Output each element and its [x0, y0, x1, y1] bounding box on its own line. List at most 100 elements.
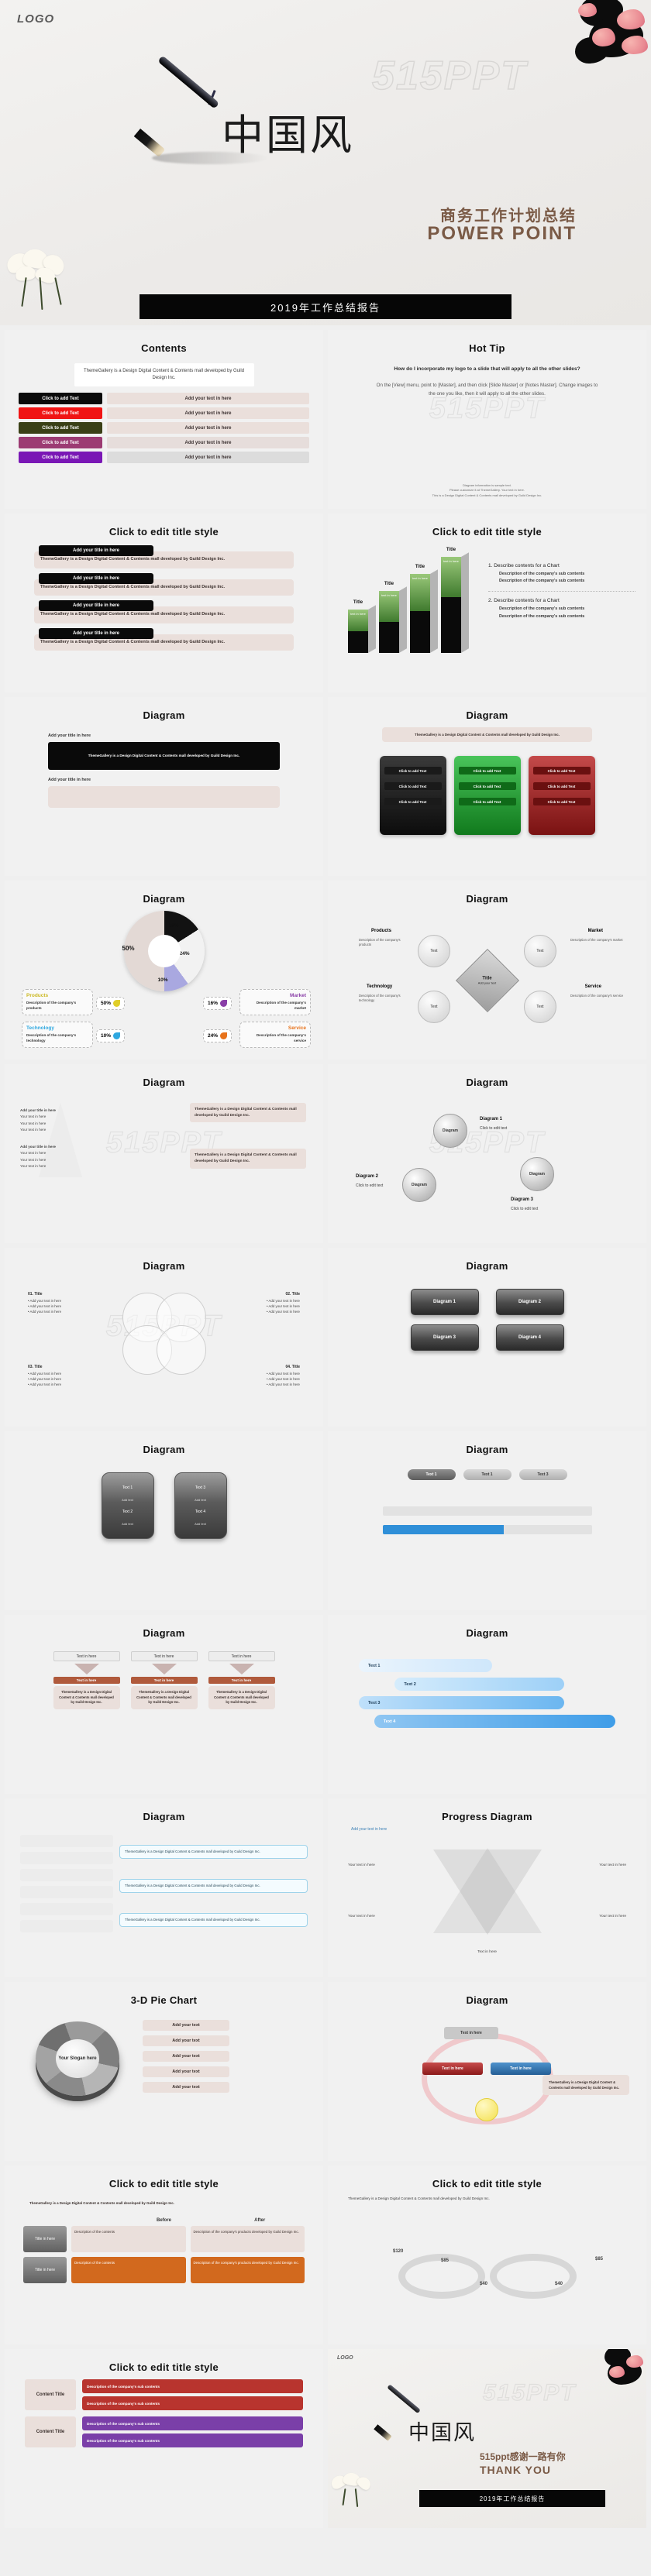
- slide-diagram-panels[interactable]: Diagram Text 1 Add text Text 2 Add text …: [5, 1431, 323, 1610]
- legend-row[interactable]: Add your text: [143, 2051, 229, 2062]
- placeholder-row[interactable]: [20, 1903, 113, 1915]
- content-bar[interactable]: Description of the company's sub content…: [82, 2416, 303, 2430]
- callout[interactable]: ThemeGallery is a Design Digital Content…: [119, 1879, 308, 1893]
- slide-diagram-arrowlist[interactable]: Diagram 515PPT Add your title in here Yo…: [5, 1064, 323, 1243]
- circle-node[interactable]: Diagram: [433, 1114, 467, 1148]
- slide-content-title[interactable]: Click to edit title style Content Title …: [5, 2349, 323, 2528]
- diagram-button[interactable]: Diagram 2: [495, 1289, 564, 1315]
- contents-chip[interactable]: Click to add Text: [19, 422, 102, 434]
- slide-diagram-funnels[interactable]: Diagram Text in here Text in here ThemeG…: [5, 1615, 323, 1794]
- slide-diagram-buttons[interactable]: Diagram Diagram 1 Diagram 2 Diagram 3 Di…: [328, 1248, 646, 1427]
- hub-node[interactable]: Text: [524, 991, 556, 1023]
- pillar-row[interactable]: Click to add Text: [458, 767, 516, 775]
- ring-chip[interactable]: Text in here: [444, 2027, 498, 2039]
- placeholder-row[interactable]: [20, 1886, 113, 1898]
- list-item[interactable]: ThemeGallery is a Design Digital Content…: [190, 1149, 306, 1169]
- legend-card[interactable]: Service Description of the company's ser…: [239, 1022, 311, 1048]
- circle-node[interactable]: Diagram: [520, 1157, 554, 1191]
- slide-before-after[interactable]: Click to edit title style ThemeGallery i…: [5, 2166, 323, 2344]
- slide-thank-you[interactable]: LOGO 515PPT 中国风 515ppt感谢一路有你 THANK YOU 2…: [328, 2349, 646, 2528]
- diagram-panel[interactable]: Text 1 Add text Text 2 Add text: [101, 1472, 154, 1539]
- funnel[interactable]: Text in here Text in here ThemeGallery i…: [130, 1651, 198, 1710]
- diagram-button[interactable]: Diagram 3: [410, 1324, 479, 1351]
- legend-card[interactable]: Technology Description of the company's …: [22, 1022, 93, 1048]
- ring-chip[interactable]: Text in here: [491, 2063, 551, 2075]
- list-item[interactable]: ThemeGallery is a Design Digital Content…: [190, 1103, 306, 1123]
- callout[interactable]: ThemeGallery is a Design Digital Content…: [119, 1845, 308, 1859]
- slide-diagram-circles[interactable]: Diagram 515PPT Diagram Diagram 1 Click t…: [328, 1064, 646, 1243]
- slide-diagram-pie[interactable]: Diagram 50% 16% 24% 10% Products Descrip…: [5, 881, 323, 1060]
- placeholder-row[interactable]: [20, 1852, 113, 1864]
- contents-chip[interactable]: Click to add Text: [19, 407, 102, 419]
- slide-hot-tip[interactable]: Hot Tip How do I incorporate my logo to …: [328, 330, 646, 509]
- progress-bar[interactable]: [382, 1525, 592, 1534]
- funnel[interactable]: Text in here Text in here ThemeGallery i…: [208, 1651, 275, 1710]
- contents-row[interactable]: Add your text in here: [107, 407, 309, 419]
- legend-card[interactable]: Market Description of the company's mark…: [239, 989, 311, 1015]
- pillar-row[interactable]: Click to add Text: [384, 798, 442, 806]
- slide-price-infinity[interactable]: Click to edit title style ThemeGallery i…: [328, 2166, 646, 2344]
- slide-diagram-ring[interactable]: Diagram Text in here Text in here Text i…: [328, 1982, 646, 2161]
- placeholder-row[interactable]: [20, 1920, 113, 1932]
- pillar[interactable]: Click to add Text Click to add Text Clic…: [528, 756, 595, 836]
- chevron-bar[interactable]: Text 3: [359, 1696, 564, 1709]
- slide-diagram-box[interactable]: Diagram Add your title in here ThemeGall…: [5, 697, 323, 876]
- pill[interactable]: Text 3: [518, 1469, 567, 1480]
- pill[interactable]: Text 1: [407, 1469, 456, 1480]
- content-bar[interactable]: Description of the company's sub content…: [82, 2379, 303, 2393]
- slide-contents[interactable]: Contents ThemeGallery is a Design Digita…: [5, 330, 323, 509]
- progress-bar-empty[interactable]: [382, 1506, 592, 1516]
- legend-row[interactable]: Add your text: [143, 2082, 229, 2093]
- pillar[interactable]: Click to add Text Click to add Text Clic…: [453, 756, 521, 836]
- contents-row[interactable]: Add your text in here: [107, 393, 309, 404]
- contents-chip[interactable]: Click to add Text: [19, 437, 102, 448]
- ring-chip[interactable]: Text in here: [422, 2063, 483, 2075]
- content-badge[interactable]: Content Title: [25, 2416, 76, 2447]
- item-head[interactable]: Add your title in here: [39, 600, 153, 611]
- pillar[interactable]: Click to add Text Click to add Text Clic…: [379, 756, 446, 836]
- pillar-row[interactable]: Click to add Text: [384, 767, 442, 775]
- funnel[interactable]: Text in here Text in here ThemeGallery i…: [53, 1651, 120, 1710]
- slide-title-list[interactable]: Click to edit title style Add your title…: [5, 513, 323, 692]
- legend-row[interactable]: Add your text: [143, 2066, 229, 2077]
- pillar-row[interactable]: Click to add Text: [458, 782, 516, 791]
- item-head[interactable]: Add your title in here: [39, 572, 153, 584]
- slide-diagram-pillars[interactable]: Diagram ThemeGallery is a Design Digital…: [328, 697, 646, 876]
- contents-chip[interactable]: Click to add Text: [19, 452, 102, 463]
- contents-row[interactable]: Add your text in here: [107, 422, 309, 434]
- content-badge[interactable]: Content Title: [25, 2379, 76, 2410]
- pillar-row[interactable]: Click to add Text: [384, 782, 442, 791]
- pillar-row[interactable]: Click to add Text: [532, 782, 591, 791]
- diagram-button[interactable]: Diagram 1: [410, 1289, 479, 1315]
- callout[interactable]: ThemeGallery is a Design Digital Content…: [119, 1913, 308, 1927]
- pillar-row[interactable]: Click to add Text: [532, 767, 591, 775]
- hub-node[interactable]: Text: [418, 991, 450, 1023]
- circle-node[interactable]: Diagram: [402, 1168, 436, 1202]
- slide-diagram-progress[interactable]: Diagram Text 1 Text 1 Text 3: [328, 1431, 646, 1610]
- contents-chip[interactable]: Click to add Text: [19, 393, 102, 404]
- legend-card[interactable]: Products Description of the company's pr…: [22, 989, 93, 1015]
- diagram-button[interactable]: Diagram 4: [495, 1324, 564, 1351]
- legend-row[interactable]: Add your text: [143, 2035, 229, 2046]
- content-bar[interactable]: Description of the company's sub content…: [82, 2396, 303, 2410]
- slide-diagram-venn[interactable]: Diagram 515PPT 01. Title • Add your text…: [5, 1248, 323, 1427]
- slide-bar-chart[interactable]: Click to edit title style Title text in …: [328, 513, 646, 692]
- chevron-bar[interactable]: Text 1: [359, 1659, 493, 1672]
- contents-row[interactable]: Add your text in here: [107, 452, 309, 463]
- pill[interactable]: Text 1: [463, 1469, 512, 1480]
- slide-diagram-callouts[interactable]: Diagram ThemeGallery is a Design Digital…: [5, 1798, 323, 1977]
- slide-diagram-chevrons[interactable]: Diagram Text 1 Text 2 Text 3 Text 4: [328, 1615, 646, 1794]
- slide-3d-pie-chart[interactable]: 3-D Pie Chart Your Slogan here Add your …: [5, 1982, 323, 2161]
- chevron-bar[interactable]: Text 4: [374, 1715, 615, 1728]
- placeholder-row[interactable]: [20, 1835, 113, 1847]
- content-bar[interactable]: Description of the company's sub content…: [82, 2433, 303, 2447]
- pillar-row[interactable]: Click to add Text: [458, 798, 516, 806]
- contents-row[interactable]: Add your text in here: [107, 437, 309, 448]
- item-head[interactable]: Add your title in here: [39, 545, 153, 556]
- pillar-row[interactable]: Click to add Text: [532, 798, 591, 806]
- item-head[interactable]: Add your title in here: [39, 627, 153, 639]
- placeholder-row[interactable]: [20, 1869, 113, 1881]
- hub-node[interactable]: Text: [524, 935, 556, 967]
- chevron-bar[interactable]: Text 2: [394, 1678, 564, 1691]
- legend-row[interactable]: Add your text: [143, 2020, 229, 2031]
